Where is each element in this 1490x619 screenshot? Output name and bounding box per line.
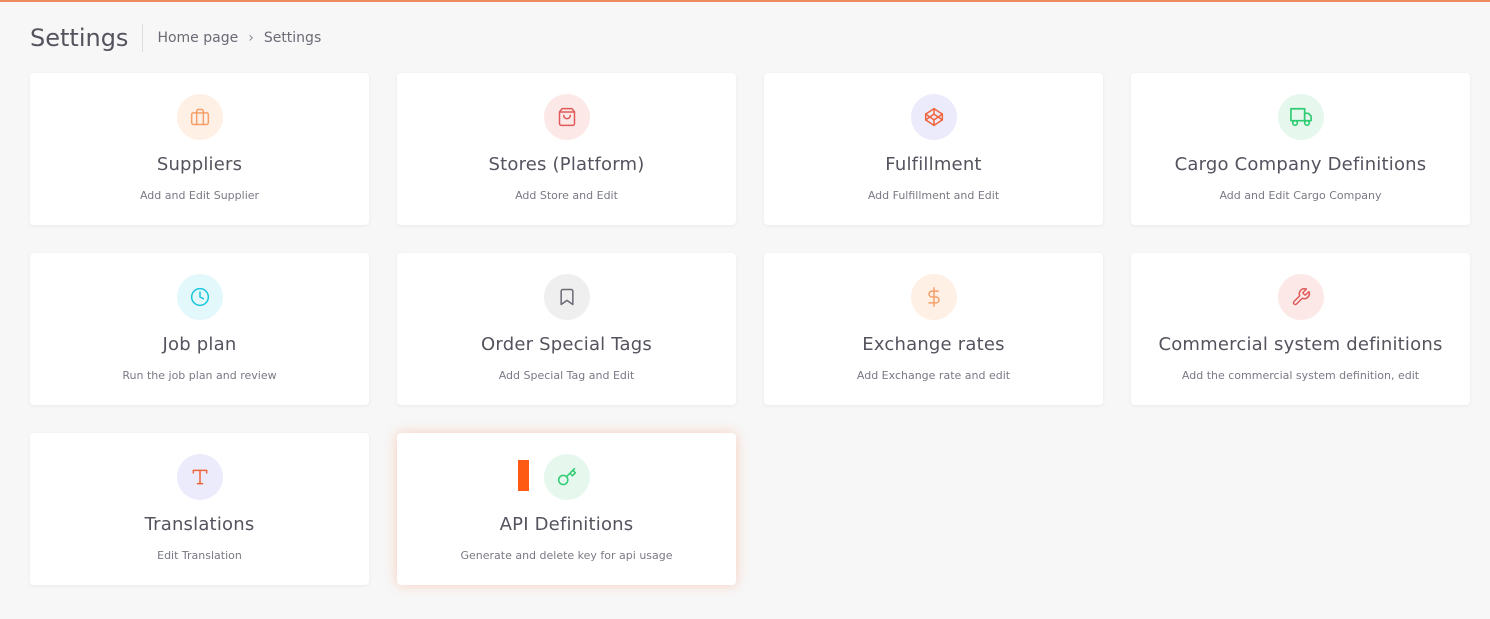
breadcrumb: Home page › Settings — [157, 30, 321, 46]
wrench-icon — [1292, 287, 1310, 306]
chevron-right-icon: › — [248, 30, 254, 46]
card-title: API Definitions — [499, 514, 634, 535]
card-subtitle: Run the job plan and review — [122, 369, 277, 382]
breadcrumb-current: Settings — [263, 30, 322, 46]
card-title: Order Special Tags — [481, 334, 652, 355]
card-subtitle: Add Store and Edit — [515, 189, 618, 202]
card-cargo-company[interactable]: Cargo Company Definitions Add and Edit C… — [1131, 73, 1470, 225]
card-subtitle: Generate and delete key for api usage — [460, 549, 673, 562]
codepen-icon — [924, 107, 943, 127]
card-icon-wrap — [1277, 274, 1324, 320]
card-icon-wrap — [1277, 94, 1324, 140]
active-indicator — [518, 460, 529, 491]
card-job-plan[interactable]: Job plan Run the job plan and review — [30, 253, 369, 405]
card-commercial-system[interactable]: Commercial system definitions Add the co… — [1131, 253, 1470, 405]
card-icon-wrap — [543, 274, 590, 320]
card-suppliers[interactable]: Suppliers Add and Edit Supplier — [30, 73, 369, 225]
card-icon-wrap — [910, 274, 957, 320]
card-title: Commercial system definitions — [1158, 334, 1443, 355]
card-title: Fulfillment — [885, 154, 982, 175]
card-title: Exchange rates — [862, 334, 1005, 355]
card-icon-wrap — [176, 454, 223, 500]
settings-grid: Suppliers Add and Edit Supplier Stores (… — [30, 73, 1470, 585]
card-icon-wrap — [176, 274, 223, 320]
card-subtitle: Add and Edit Cargo Company — [1219, 189, 1382, 202]
card-stores[interactable]: Stores (Platform) Add Store and Edit — [397, 73, 736, 225]
card-title: Translations — [144, 514, 255, 535]
card-icon-wrap — [910, 94, 957, 140]
card-icon-wrap — [176, 94, 223, 140]
card-order-special-tags[interactable]: Order Special Tags Add Special Tag and E… — [397, 253, 736, 405]
card-translations[interactable]: Translations Edit Translation — [30, 433, 369, 585]
type-icon — [192, 469, 207, 485]
card-title: Suppliers — [156, 154, 243, 175]
clock-icon — [190, 287, 209, 307]
card-subtitle: Add Exchange rate and edit — [856, 369, 1011, 382]
card-subtitle: Add and Edit Supplier — [139, 189, 260, 202]
card-subtitle: Add the commercial system definition, ed… — [1181, 369, 1420, 382]
card-title: Cargo Company Definitions — [1174, 154, 1427, 175]
header-divider — [142, 24, 144, 52]
dollar-icon — [927, 287, 940, 307]
card-subtitle: Add Special Tag and Edit — [498, 369, 635, 382]
card-title: Stores (Platform) — [488, 154, 645, 175]
shopping-bag-icon — [558, 107, 575, 127]
card-fulfillment[interactable]: Fulfillment Add Fulfillment and Edit — [764, 73, 1103, 225]
top-accent-line — [0, 0, 1490, 2]
truck-icon — [1289, 107, 1312, 127]
card-icon-wrap — [543, 454, 590, 500]
page-header: Settings Home page › Settings — [30, 22, 321, 54]
card-icon-wrap — [543, 94, 590, 140]
card-subtitle: Add Fulfillment and Edit — [867, 189, 1000, 202]
breadcrumb-home-link[interactable]: Home page — [157, 30, 238, 46]
card-api-definitions[interactable]: API Definitions Generate and delete key … — [397, 433, 736, 585]
card-subtitle: Edit Translation — [157, 549, 242, 562]
briefcase-icon — [190, 108, 209, 126]
page-title: Settings — [30, 24, 129, 52]
card-exchange-rates[interactable]: Exchange rates Add Exchange rate and edi… — [764, 253, 1103, 405]
card-title: Job plan — [162, 334, 237, 355]
bookmark-icon — [559, 288, 574, 306]
key-icon — [557, 467, 576, 486]
